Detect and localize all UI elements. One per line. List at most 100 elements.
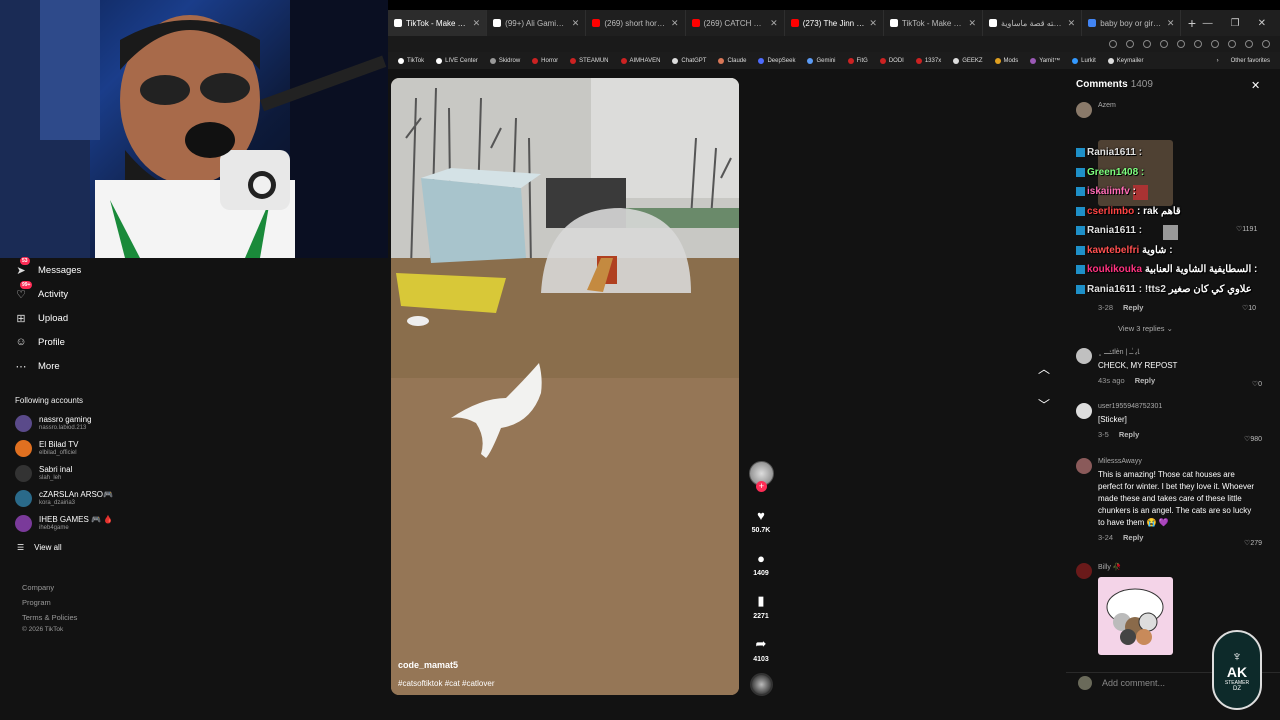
footer-company-link[interactable]: Company <box>0 580 388 595</box>
close-tab-icon[interactable]: ✕ <box>869 18 877 29</box>
comment-like[interactable]: ♡1191 <box>1236 225 1276 233</box>
maximize-icon[interactable]: ❐ <box>1231 18 1240 29</box>
comment-avatar[interactable] <box>1076 563 1092 579</box>
video-author[interactable]: code_mamat5 <box>398 660 458 670</box>
favorite-star-icon[interactable] <box>1143 40 1151 48</box>
following-account[interactable]: IHEB GAMES 🎮 🩸 iheb4game <box>0 511 388 536</box>
view-all-button[interactable]: ☰ View all <box>0 536 388 558</box>
comment-avatar[interactable] <box>1076 458 1092 474</box>
close-tab-icon[interactable]: ✕ <box>572 18 580 29</box>
view-replies-button[interactable]: View 3 replies ⌄ <box>1118 324 1173 333</box>
bookmark-item[interactable]: 1337x <box>915 57 941 64</box>
extension-icon[interactable] <box>1177 40 1185 48</box>
profile-icon[interactable] <box>1245 40 1253 48</box>
bookmark-item[interactable]: Horror <box>532 57 558 64</box>
bookmark-item[interactable]: Keymailer <box>1107 57 1143 64</box>
footer-terms-link[interactable]: Terms & Policies <box>0 610 388 625</box>
comment-username[interactable]: Azem <box>1098 102 1266 109</box>
bookmark-item[interactable]: Skidrow <box>489 57 520 64</box>
bookmark-item[interactable]: AIMHAVEN <box>620 57 660 64</box>
bookmark-item[interactable]: DODI <box>879 57 904 64</box>
following-account[interactable]: El Bilad TV elbilad_officiel <box>0 436 388 461</box>
browser-tab[interactable]: (269) short horror film - You✕ <box>586 10 686 36</box>
extension-icon[interactable] <box>1109 40 1117 48</box>
comment-username[interactable]: MilesssAwayy <box>1098 458 1266 465</box>
bookmark-item[interactable]: Mods <box>994 57 1018 64</box>
comment-avatar[interactable] <box>1076 102 1092 118</box>
following-account[interactable]: cZARSLAn ARSO🎮 kora_dzairia3 <box>0 486 388 511</box>
reply-button[interactable]: Reply <box>1123 533 1143 542</box>
video-hashtags[interactable]: #catsoftiktok #cat #catlover <box>398 679 495 688</box>
close-tab-icon[interactable]: ✕ <box>968 18 976 29</box>
close-tab-icon[interactable]: ✕ <box>671 18 679 29</box>
close-comments-button[interactable]: ✕ <box>1251 79 1260 92</box>
bookmark-item[interactable]: Lurkit <box>1072 57 1096 64</box>
following-account[interactable]: Sabri inal slah_leh <box>0 461 388 486</box>
bookmark-item[interactable]: LIVE Center <box>436 57 478 64</box>
browser-tab[interactable]: أغرب وفاة روايته قصة ماساوية✕ <box>983 10 1083 36</box>
music-disc-icon[interactable] <box>750 673 773 696</box>
sidebar-item-activity[interactable]: ♡ 99+ Activity <box>0 281 388 306</box>
heart-icon[interactable]: ♥ <box>751 505 771 525</box>
extension-icon[interactable] <box>1194 40 1202 48</box>
comment-like[interactable]: ♡0 <box>1252 380 1262 388</box>
bookmark-item[interactable]: STEAMUN <box>570 57 609 64</box>
bookmark-item[interactable]: Gemini <box>807 57 836 64</box>
other-favorites-button[interactable]: Other favorites <box>1231 58 1270 64</box>
comment-bubble-icon[interactable]: ● <box>751 548 771 568</box>
share-action[interactable]: ➦ 4103 <box>751 634 771 663</box>
sidebar-item-more[interactable]: ⋯ More <box>0 354 388 378</box>
like-action[interactable]: ♥ 50.7K <box>751 505 771 535</box>
follow-plus-button[interactable]: + <box>756 481 767 492</box>
browser-tab[interactable]: TikTok - Make Your Day✕ <box>884 10 984 36</box>
reply-button[interactable]: Reply <box>1135 376 1155 385</box>
reply-button[interactable]: Reply <box>1119 430 1139 439</box>
browser-tab[interactable]: (273) The Jinn Wedding✕ <box>785 10 884 36</box>
comment-avatar[interactable] <box>1076 403 1092 419</box>
menu-icon[interactable] <box>1262 40 1270 48</box>
sidebar-item-upload[interactable]: ⊞ Upload <box>0 306 388 330</box>
save-action[interactable]: ▮ 2271 <box>751 591 771 620</box>
share-arrow-icon[interactable]: ➦ <box>751 634 771 654</box>
bookmark-item[interactable]: ChatGPT <box>672 57 706 64</box>
close-window-icon[interactable]: ✕ <box>1258 18 1266 29</box>
browser-tab[interactable]: baby boy or girl - Google S✕ <box>1082 10 1182 36</box>
bookmark-item[interactable]: TikTok <box>398 57 424 64</box>
bookmark-item[interactable]: FitG <box>847 57 868 64</box>
comment-like[interactable]: ♡980 <box>1244 435 1262 443</box>
comment-username[interactable]: user1955948752301 <box>1098 403 1266 410</box>
browser-tab[interactable]: (99+) Ali Gaming (@aligaming✕ <box>487 10 587 36</box>
comment-like[interactable]: ♡10 <box>1242 304 1276 312</box>
zoom-icon[interactable] <box>1126 40 1134 48</box>
close-tab-icon[interactable]: ✕ <box>473 18 481 29</box>
footer-program-link[interactable]: Program <box>0 595 388 610</box>
following-account[interactable]: nassro gaming nassro.labiod.213 <box>0 411 388 436</box>
close-tab-icon[interactable]: ✕ <box>770 18 778 29</box>
previous-video-button[interactable]: ︿ <box>1035 360 1053 378</box>
new-tab-button[interactable]: + <box>1181 15 1202 31</box>
comment-username[interactable]: ـٰـ ﮼tlèn | ﺎﻳ ـٰـ <box>1098 348 1266 356</box>
video-player[interactable] <box>391 78 739 695</box>
extension-icon[interactable] <box>1160 40 1168 48</box>
next-video-button[interactable]: ﹀ <box>1035 396 1053 414</box>
close-tab-icon[interactable]: ✕ <box>1167 18 1175 29</box>
add-comment-input[interactable]: Add comment... <box>1102 678 1165 688</box>
bookmark-item[interactable]: DeepSeek <box>758 57 795 64</box>
browser-tab[interactable]: TikTok - Make Your ✕ <box>388 10 488 36</box>
bookmark-item[interactable]: GEEKZ <box>953 57 983 64</box>
reply-button[interactable]: Reply <box>1123 303 1143 312</box>
comment-username[interactable]: Billy 🥀 <box>1098 563 1266 571</box>
bookmark-item[interactable]: Yamit™ <box>1030 57 1060 64</box>
bookmark-icon[interactable]: ▮ <box>751 591 771 611</box>
extension-icon[interactable] <box>1228 40 1236 48</box>
browser-tab[interactable]: (269) CATCH YOUR BREATH✕ <box>686 10 785 36</box>
bookmark-item[interactable]: Claude <box>718 57 746 64</box>
comment-action[interactable]: ● 1409 <box>751 548 771 578</box>
extension-icon[interactable] <box>1211 40 1219 48</box>
minimize-icon[interactable]: — <box>1203 18 1213 29</box>
chevron-right-icon[interactable]: › <box>1217 58 1219 64</box>
comment-like[interactable]: ♡279 <box>1244 539 1262 547</box>
sidebar-item-messages[interactable]: ➤ 53 Messages <box>0 257 388 282</box>
comment-avatar[interactable] <box>1076 348 1092 364</box>
close-tab-icon[interactable]: ✕ <box>1068 18 1076 29</box>
